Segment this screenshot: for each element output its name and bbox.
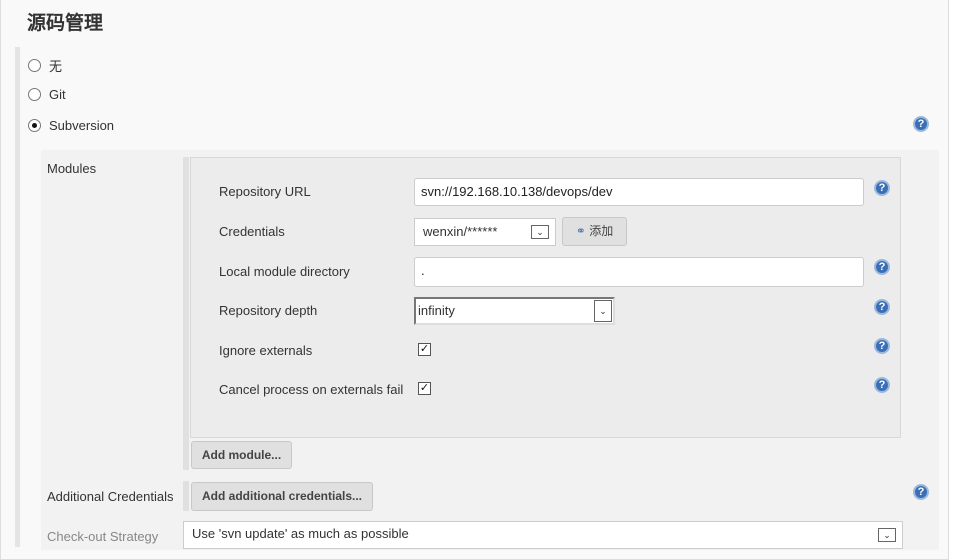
credentials-label: Credentials [219,224,285,239]
radio-button[interactable] [28,88,41,101]
section-bar [15,47,20,547]
radio-git[interactable]: Git [28,87,66,102]
radio-label: Subversion [49,118,115,133]
radio-none[interactable]: 无 [28,56,62,75]
additional-credentials-label: Additional Credentials [47,489,174,504]
checkout-strategy-label: Check-out Strategy [47,529,159,544]
chevron-down-icon: ⌄ [531,225,549,239]
radio-subversion[interactable]: Subversion [28,118,114,133]
depth-select[interactable]: infinity ⌄ [414,297,615,325]
repo-url-input[interactable]: svn://192.168.10.138/devops/dev [414,178,864,206]
help-icon[interactable]: ? [913,484,929,500]
depth-value: infinity [418,303,455,318]
repo-url-label: Repository URL [219,184,311,199]
checkout-strategy-select[interactable]: Use 'svn update' as much as possible ⌄ [183,521,903,549]
help-icon[interactable]: ? [874,338,890,354]
cancel-externals-checkbox[interactable]: ✓ [418,382,431,395]
local-dir-input[interactable]: . [414,257,864,287]
chevron-down-icon: ⌄ [878,528,896,542]
scm-section: 源码管理 无 Git Subversion ? Modules Reposito… [0,0,949,560]
modules-bar [183,157,189,470]
key-icon: ⚭ [575,224,586,238]
help-icon[interactable]: ? [874,377,890,393]
help-icon[interactable]: ? [874,259,890,275]
help-icon[interactable]: ? [913,116,929,132]
page-title: 源码管理 [27,13,104,34]
add-credentials-button[interactable]: ⚭ 添加 [562,217,627,246]
depth-label: Repository depth [219,303,318,318]
credentials-bar [183,481,189,511]
radio-button[interactable] [28,59,41,72]
checkout-strategy-value: Use 'svn update' as much as possible [192,526,409,541]
chevron-down-icon: ⌄ [594,300,612,322]
radio-label: Git [49,87,66,102]
local-dir-label: Local module directory [219,264,350,279]
add-label: 添加 [589,224,614,238]
add-module-button[interactable]: Add module... [191,441,292,469]
ignore-externals-label: Ignore externals [219,343,313,358]
modules-label: Modules [47,161,97,176]
add-additional-credentials-button[interactable]: Add additional credentials... [191,482,373,511]
radio-button[interactable] [28,119,41,132]
credentials-select[interactable]: wenxin/****** ⌄ [414,218,556,246]
help-icon[interactable]: ? [874,299,890,315]
credentials-value: wenxin/****** [423,224,498,239]
ignore-externals-checkbox[interactable]: ✓ [418,343,431,356]
help-icon[interactable]: ? [874,180,890,196]
cancel-externals-label: Cancel process on externals fail [219,382,404,397]
radio-label: 无 [49,59,63,74]
